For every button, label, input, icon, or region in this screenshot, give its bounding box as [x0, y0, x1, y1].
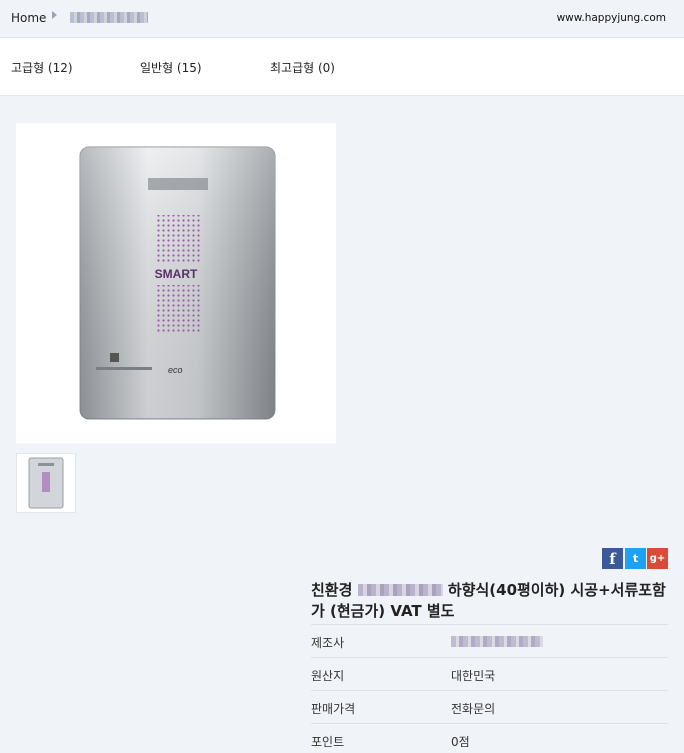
info-label: 제조사 [311, 636, 345, 650]
info-label: 판매가격 [311, 702, 356, 716]
product-title-prefix: 친환경 [311, 581, 353, 599]
info-value: 0점 [451, 735, 470, 749]
product-title: 친환경 하향식(40평이하) 시공+서류포함가 (현금가) VAT 별도 [311, 580, 671, 622]
info-row-points: 포인트 0점 [311, 723, 668, 753]
info-row-origin: 원산지 대한민국 [311, 657, 668, 690]
info-value: 전화문의 [451, 702, 496, 716]
product-main-image: SMART eco [16, 123, 336, 443]
info-row-price: 판매가격 전화문의 [311, 690, 668, 723]
facebook-share-icon[interactable]: f [602, 548, 623, 569]
thumbnail-image [28, 457, 64, 509]
product-thumbnail[interactable] [16, 453, 76, 513]
eco-logo-text: eco [168, 365, 183, 375]
info-value: 대한민국 [451, 669, 496, 683]
breadcrumb-current[interactable] [70, 12, 148, 23]
site-url[interactable]: www.happyjung.com [557, 12, 666, 24]
product-badge-text: SMART [155, 267, 198, 281]
breadcrumb-bar: Home www.happyjung.com [0, 0, 684, 38]
manufacturer-value-redacted [451, 636, 543, 647]
category-tab-standard[interactable]: 일반형 (15) [140, 59, 202, 76]
product-model-redacted [357, 584, 443, 596]
twitter-share-icon[interactable]: t [625, 548, 646, 569]
info-label: 원산지 [311, 669, 345, 683]
category-tabs: 고급형 (12) 일반형 (15) 최고급형 (0) [0, 38, 684, 96]
info-row-manufacturer: 제조사 [311, 624, 668, 657]
google-plus-share-icon[interactable]: g+ [647, 548, 668, 569]
category-tab-top[interactable]: 최고급형 (0) [270, 59, 335, 76]
breadcrumb-home-link[interactable]: Home [11, 11, 46, 25]
info-label: 포인트 [311, 735, 345, 749]
water-heater-image: SMART eco [79, 146, 276, 420]
breadcrumb-separator-icon [52, 11, 57, 19]
category-tab-premium[interactable]: 고급형 (12) [11, 59, 73, 76]
